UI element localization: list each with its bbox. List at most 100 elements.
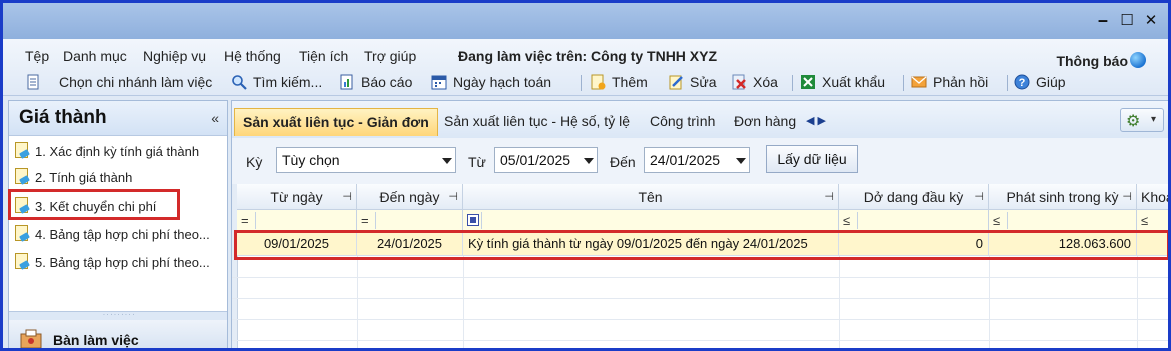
- edit-button[interactable]: Sửa: [668, 72, 717, 92]
- table-cell-name[interactable]: Kỳ tính giá thành từ ngày 09/01/2025 đến…: [463, 232, 839, 256]
- settings-button[interactable]: ⚙ ▾: [1120, 108, 1164, 132]
- table-cell-opening-wip[interactable]: 0: [839, 232, 989, 256]
- branch-doc-icon: [25, 74, 41, 90]
- empty-row: [232, 277, 1168, 299]
- menu-file[interactable]: Tệp: [25, 48, 49, 64]
- minimize-button[interactable]: ‒: [1094, 11, 1112, 29]
- tab-construction[interactable]: Công trình: [642, 108, 723, 136]
- add-doc-icon: [590, 74, 606, 90]
- menu-system[interactable]: Hệ thống: [224, 48, 281, 64]
- toolbar-separator: [1007, 75, 1008, 91]
- add-label: Thêm: [612, 74, 648, 90]
- toolbar-separator: [903, 75, 904, 91]
- sidebar-item-cost-report-2[interactable]: 5. Bảng tập hợp chi phí theo...: [13, 250, 210, 274]
- column-header-from[interactable]: Từ ngày ⊣: [237, 184, 357, 210]
- column-header-extra[interactable]: Khoả: [1137, 184, 1168, 210]
- export-button[interactable]: Xuất khẩu: [800, 72, 885, 92]
- pin-icon[interactable]: ⊣: [1122, 184, 1132, 209]
- maximize-button[interactable]: ☐: [1118, 11, 1136, 29]
- title-bar: ‒ ☐ ✕: [3, 3, 1168, 39]
- table-cell-to[interactable]: 24/01/2025: [357, 232, 463, 256]
- from-date-field[interactable]: 05/01/2025: [494, 147, 598, 173]
- chevron-down-icon[interactable]: [731, 148, 749, 172]
- doc-edit-icon: [13, 197, 30, 215]
- pin-icon[interactable]: ⊣: [342, 184, 352, 209]
- pin-icon[interactable]: ⊣: [448, 184, 458, 209]
- column-header-incurred[interactable]: Phát sinh trong kỳ ⊣: [989, 184, 1137, 210]
- sidebar-item-label: 3. Kết chuyển chi phí: [35, 198, 157, 214]
- column-header-label: Đến ngày: [379, 189, 440, 205]
- column-header-name[interactable]: Tên ⊣: [463, 184, 839, 210]
- column-header-opening-wip[interactable]: Dở dang đầu kỳ ⊣: [839, 184, 989, 210]
- tab-orders[interactable]: Đơn hàng: [726, 108, 804, 136]
- sidebar-title: Giá thành: [19, 107, 107, 128]
- feedback-button[interactable]: Phản hồi: [911, 72, 988, 92]
- period-value: Tùy chọn: [282, 152, 340, 168]
- tab-continuous-coefficient[interactable]: Sản xuất liên tục - Hệ số, tỷ lệ: [436, 108, 638, 136]
- column-divider: [989, 256, 990, 348]
- get-data-button[interactable]: Lấy dữ liệu: [766, 145, 858, 173]
- column-header-to[interactable]: Đến ngày ⊣: [357, 184, 463, 210]
- sidebar-item-calculate-cost[interactable]: 2. Tính giá thành: [13, 165, 132, 189]
- empty-row: [232, 256, 1168, 278]
- sidebar-item-cost-report-1[interactable]: 4. Bảng tập hợp chi phí theo...: [13, 222, 210, 246]
- notification-link[interactable]: Thông báo: [1056, 53, 1128, 69]
- toolbar-separator: [792, 75, 793, 91]
- filter-operator[interactable]: ≤: [843, 210, 850, 232]
- gear-icon: ⚙: [1126, 111, 1141, 130]
- add-button[interactable]: Thêm: [590, 72, 648, 92]
- sidebar-item-label: 2. Tính giá thành: [35, 169, 133, 185]
- choose-branch-button[interactable]: Chọn chi nhánh làm việc: [25, 72, 212, 92]
- chevron-down-icon[interactable]: [437, 148, 455, 172]
- table-cell-from[interactable]: 09/01/2025: [237, 232, 357, 256]
- mail-icon: [911, 74, 927, 90]
- to-date-field[interactable]: 24/01/2025: [644, 147, 750, 173]
- edit-icon: [668, 74, 684, 90]
- doc-edit-icon: [13, 168, 30, 186]
- from-label: Từ: [468, 154, 486, 170]
- filter-cell-opening-wip[interactable]: ≤: [839, 210, 989, 232]
- workspace-button[interactable]: Bàn làm việc: [9, 320, 227, 348]
- filter-operator[interactable]: ≤: [993, 210, 1000, 232]
- menu-utilities[interactable]: Tiện ích: [299, 48, 348, 64]
- globe-icon[interactable]: [1130, 52, 1146, 68]
- tab-scroll-arrows[interactable]: ◀ ▶: [806, 114, 826, 127]
- tab-continuous-simple[interactable]: Sản xuất liên tục - Giản đơn: [234, 108, 438, 136]
- table-cell-incurred[interactable]: 128.063.600: [989, 232, 1137, 256]
- search-button[interactable]: Tìm kiếm...: [231, 72, 322, 92]
- menu-help[interactable]: Trợ giúp: [364, 48, 416, 64]
- pin-icon[interactable]: ⊣: [824, 184, 834, 209]
- filter-cell-extra[interactable]: ≤: [1137, 210, 1168, 232]
- workspace-icon: [19, 328, 43, 348]
- filter-cell-to[interactable]: =: [357, 210, 463, 232]
- filter-contains-icon[interactable]: [467, 214, 479, 226]
- chevron-down-icon[interactable]: [579, 148, 597, 172]
- column-divider: [839, 256, 840, 348]
- close-button[interactable]: ✕: [1142, 11, 1160, 29]
- column-divider: [1137, 256, 1138, 348]
- filter-operator[interactable]: ≤: [1141, 210, 1148, 232]
- delete-button[interactable]: Xóa: [731, 72, 778, 92]
- posting-date-label: Ngày hạch toán: [453, 74, 552, 90]
- filter-cell-from[interactable]: =: [237, 210, 357, 232]
- doc-edit-icon: [13, 253, 30, 271]
- report-button[interactable]: Báo cáo: [339, 72, 412, 92]
- report-label: Báo cáo: [361, 74, 413, 90]
- sidebar-item-transfer-cost[interactable]: 3. Kết chuyển chi phí: [13, 194, 156, 218]
- posting-date-button[interactable]: Ngày hạch toán: [431, 72, 551, 92]
- filter-cell-name[interactable]: [463, 210, 839, 232]
- toolbar-separator: [581, 75, 582, 91]
- menu-catalog[interactable]: Danh mục: [63, 48, 127, 64]
- help-button[interactable]: ? Giúp: [1014, 72, 1066, 92]
- filter-cell-incurred[interactable]: ≤: [989, 210, 1137, 232]
- sidebar-item-cost-period[interactable]: 1. Xác định kỳ tính giá thành: [13, 139, 199, 163]
- menu-operations[interactable]: Nghiệp vụ: [143, 48, 206, 64]
- table-cell-extra[interactable]: [1137, 232, 1168, 256]
- period-select[interactable]: Tùy chọn: [276, 147, 456, 173]
- column-header-label: Tên: [638, 189, 663, 205]
- filter-operator[interactable]: =: [361, 210, 369, 232]
- pin-icon[interactable]: ⊣: [974, 184, 984, 209]
- column-divider: [357, 256, 358, 348]
- filter-operator[interactable]: =: [241, 210, 249, 232]
- collapse-button[interactable]: «: [211, 110, 219, 126]
